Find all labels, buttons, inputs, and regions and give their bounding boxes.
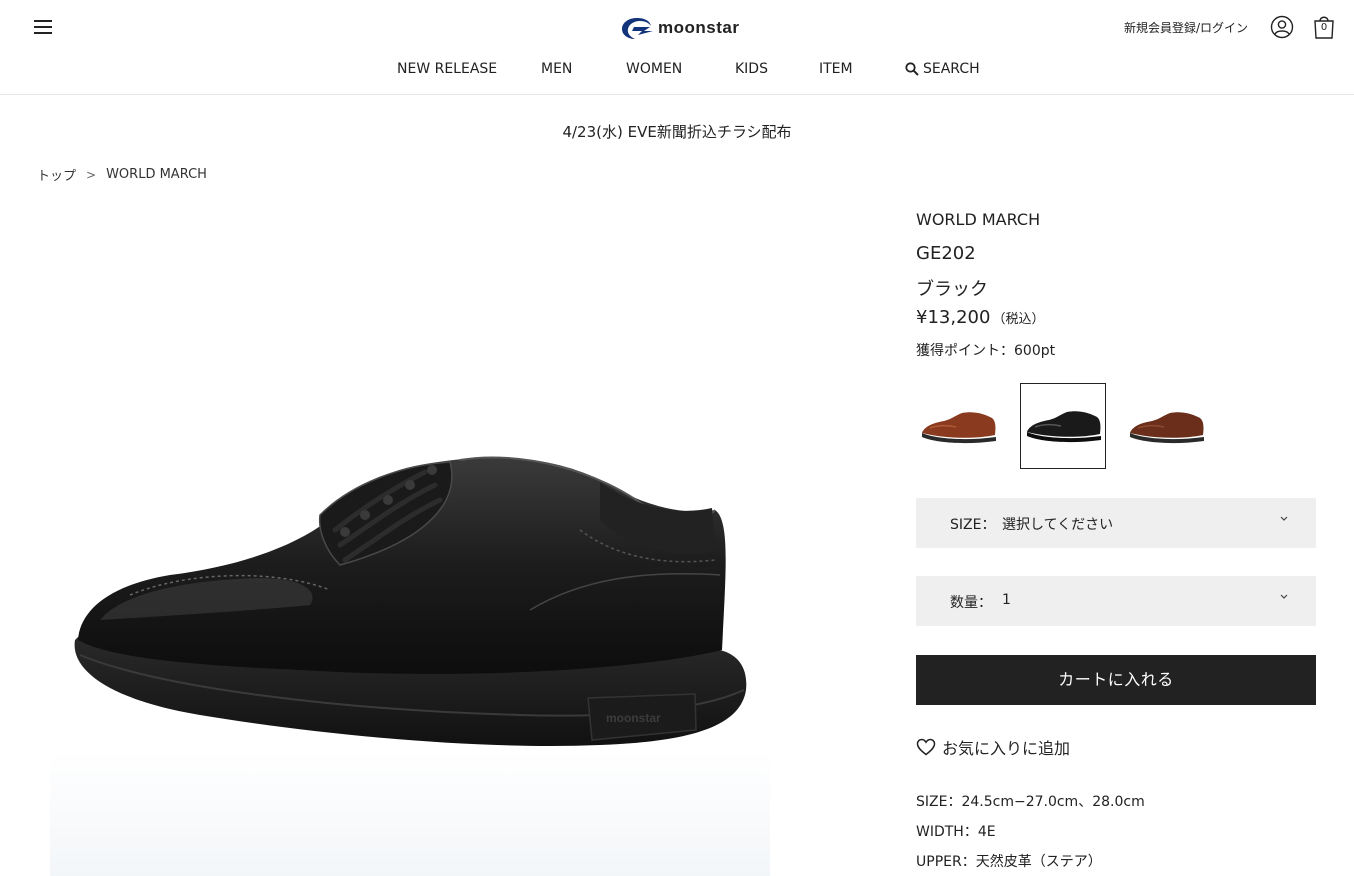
search-icon — [905, 62, 919, 76]
quantity-select[interactable]: 数量： 1 — [916, 576, 1316, 626]
shoe-image: moonstar — [50, 456, 770, 876]
chevron-down-icon — [1280, 594, 1288, 599]
swatch-black[interactable] — [1020, 383, 1106, 469]
nav-item[interactable]: ITEM — [819, 61, 853, 77]
favorite-label: お気に入りに追加 — [942, 739, 1071, 758]
nav-men[interactable]: MEN — [541, 61, 572, 77]
size-select-value: 選択してください — [1002, 517, 1114, 533]
add-to-cart-button[interactable]: カートに入れる — [916, 655, 1316, 705]
quantity-select-label: 数量： — [950, 595, 992, 611]
user-icon[interactable] — [1270, 15, 1294, 39]
spec-size: SIZE：24.5cm−27.0cm、28.0cm — [916, 794, 1145, 810]
swatch-dark-brown[interactable] — [1124, 383, 1210, 469]
nav-women[interactable]: WOMEN — [626, 61, 682, 77]
breadcrumb-separator: > — [86, 167, 97, 182]
nav-search[interactable]: SEARCH — [905, 61, 980, 77]
cart-count: 0 — [1320, 22, 1328, 33]
size-select[interactable]: SIZE： 選択してください — [916, 498, 1316, 548]
announcement-banner[interactable]: 4/23(水) EVE新聞折込チラシ配布 — [0, 121, 1354, 142]
header-actions: 新規会員登録/ログイン 0 — [1124, 14, 1336, 40]
black-shoe-thumbnail — [1027, 411, 1101, 443]
add-to-favorites[interactable]: お気に入りに追加 — [916, 735, 1070, 759]
nav-search-label: SEARCH — [923, 61, 980, 77]
breadcrumb-current: WORLD MARCH — [106, 167, 207, 182]
breadcrumb: トップ > WORLD MARCH — [37, 165, 207, 184]
spec-width: WIDTH：4E — [916, 824, 996, 840]
brown-shoe-thumbnail — [922, 412, 996, 444]
site-header: moonstar 新規会員登録/ログイン 0 NEW RELEASE MEN W… — [0, 0, 1354, 95]
moonstar-logo-icon — [622, 18, 653, 39]
chevron-down-icon — [1280, 516, 1288, 521]
spec-upper: UPPER：天然皮革（ステア） — [916, 854, 1102, 870]
product-model: GE202 — [916, 243, 976, 264]
price-row: ¥13,200 （税込） — [916, 307, 1044, 328]
heart-icon — [916, 738, 936, 756]
product-price: ¥13,200 — [916, 307, 991, 328]
swatch-brown[interactable] — [916, 383, 1002, 469]
breadcrumb-home[interactable]: トップ — [37, 165, 76, 184]
color-swatches — [916, 383, 1216, 469]
product-color: ブラック — [916, 279, 988, 300]
sole-logo-text: moonstar — [606, 711, 661, 725]
logo-text: moonstar — [658, 18, 740, 37]
quantity-select-value: 1 — [1002, 592, 1011, 608]
dark-brown-shoe-thumbnail — [1130, 412, 1204, 444]
menu-icon[interactable] — [34, 18, 54, 36]
size-select-label: SIZE： — [950, 517, 996, 533]
cart-icon[interactable]: 0 — [1312, 14, 1336, 40]
nav-kids[interactable]: KIDS — [735, 61, 768, 77]
login-link[interactable]: 新規会員登録/ログイン — [1124, 19, 1248, 36]
main-nav: NEW RELEASE MEN WOMEN KIDS ITEM SEARCH — [0, 61, 1354, 81]
site-logo[interactable]: moonstar — [620, 14, 739, 42]
tax-note: （税込） — [992, 312, 1045, 327]
product-main-image[interactable]: moonstar — [40, 210, 780, 876]
product-brand[interactable]: WORLD MARCH — [916, 210, 1040, 229]
reward-points: 獲得ポイント：600pt — [916, 343, 1056, 359]
nav-new-release[interactable]: NEW RELEASE — [397, 61, 497, 77]
